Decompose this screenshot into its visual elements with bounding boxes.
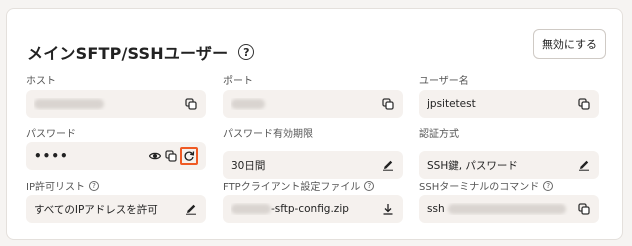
host-label-text: ホスト (26, 76, 56, 87)
password-expiry-value: 30日間 (231, 159, 266, 172)
disable-button[interactable]: 無効にする (533, 29, 606, 59)
card-header: メインSFTP/SSHユーザー ? (27, 39, 255, 65)
password-expiry-field: 30日間 (223, 151, 403, 179)
auth-method-value: SSH鍵, パスワード (427, 159, 518, 172)
ip-allowlist-label-text: IP許可リスト (26, 182, 85, 193)
copy-icon[interactable] (577, 202, 591, 216)
port-value (231, 98, 377, 110)
pencil-icon[interactable] (184, 202, 198, 216)
ip-allowlist-label: IP許可リスト ? (26, 178, 99, 193)
copy-icon[interactable] (577, 97, 591, 111)
sftp-ssh-user-card: メインSFTP/SSHユーザー ? 無効にする ホスト ポート ユーザー名 jp… (6, 8, 623, 240)
username-label-text: ユーザー名 (419, 76, 469, 87)
password-value: •••• (34, 149, 69, 163)
port-label-text: ポート (223, 76, 253, 87)
pencil-icon[interactable] (577, 158, 591, 172)
help-circle-icon[interactable]: ? (88, 180, 99, 191)
eye-icon[interactable] (148, 149, 162, 163)
ip-allowlist-value: すべてのIPアドレスを許可 (34, 203, 158, 216)
ip-allowlist-field: すべてのIPアドレスを許可 (26, 195, 206, 223)
username-field: jpsitetest (419, 90, 599, 118)
host-label: ホスト (26, 72, 56, 87)
ftp-config-label: FTPクライアント設定ファイル ? (223, 178, 375, 193)
pencil-icon[interactable] (381, 158, 395, 172)
host-field (26, 90, 206, 118)
auth-method-label-text: 認証方式 (419, 129, 459, 140)
username-value: jpsitetest (427, 98, 476, 110)
help-circle-icon[interactable]: ? (238, 44, 255, 60)
card-title: メインSFTP/SSHユーザー (27, 44, 229, 63)
host-value (34, 98, 180, 110)
help-circle-icon[interactable]: ? (364, 180, 375, 191)
refresh-icon[interactable] (180, 147, 198, 165)
ftp-config-value: -sftp-config.zip (231, 203, 377, 215)
ftp-config-label-text: FTPクライアント設定ファイル (223, 182, 361, 193)
username-label: ユーザー名 (419, 72, 469, 87)
ssh-command-value: ssh (427, 203, 573, 215)
ftp-config-field: -sftp-config.zip (223, 195, 403, 223)
password-label: パスワード (26, 125, 76, 140)
auth-method-label: 認証方式 (419, 125, 459, 140)
ftp-config-suffix: -sftp-config.zip (271, 203, 349, 215)
copy-icon[interactable] (184, 97, 198, 111)
auth-method-field: SSH鍵, パスワード (419, 151, 599, 179)
download-icon[interactable] (381, 202, 395, 216)
ssh-command-label: SSHターミナルのコマンド ? (419, 178, 554, 193)
port-label: ポート (223, 72, 253, 87)
password-label-text: パスワード (26, 129, 76, 140)
ssh-command-field: ssh (419, 195, 599, 223)
password-expiry-label-text: パスワード有効期限 (223, 129, 313, 140)
password-field: •••• (26, 142, 206, 170)
password-expiry-label: パスワード有効期限 (223, 125, 313, 140)
help-circle-icon[interactable]: ? (543, 180, 554, 191)
port-field (223, 90, 403, 118)
ssh-command-label-text: SSHターミナルのコマンド (419, 182, 540, 193)
copy-icon[interactable] (164, 149, 178, 163)
ssh-command-prefix: ssh (427, 203, 445, 215)
copy-icon[interactable] (381, 97, 395, 111)
